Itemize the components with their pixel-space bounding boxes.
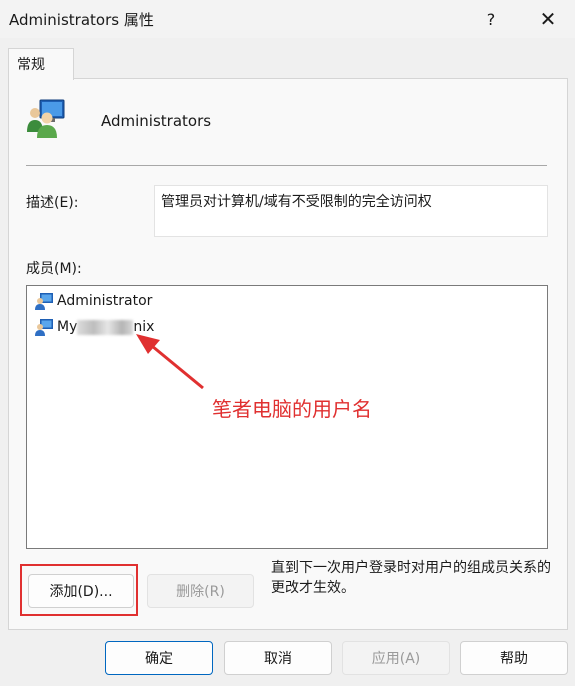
annotation-highlight-box [20,564,138,616]
obscured-text [77,319,134,335]
member-name-suffix: nix [133,319,155,335]
help-button[interactable]: 帮助 [460,641,568,675]
annotation-text: 笔者电脑的用户名 [212,397,372,421]
user-icon [35,293,53,310]
members-label: 成员(M): [26,261,82,277]
user-icon [35,319,53,336]
window-title: Administrators 属性 [9,11,154,29]
question-icon: ? [486,9,496,29]
tab-general[interactable]: 常规 [8,48,74,80]
member-name: Administrator [57,293,153,309]
group-name: Administrators [101,112,212,130]
list-item[interactable]: Administrator [34,291,152,311]
help-title-button[interactable]: ? [472,0,510,38]
remove-button[interactable]: 删除(R) [147,574,254,608]
ok-button[interactable]: 确定 [105,641,213,675]
member-name-prefix: My [57,319,78,335]
description-label: 描述(E): [26,195,79,211]
close-icon: ✕ [539,7,557,31]
hint-text: 直到下一次用户登录时对用户的组成员关系的更改才生效。 [271,560,551,596]
description-field[interactable]: 管理员对计算机/域有不受限制的完全访问权 [154,185,548,237]
apply-button[interactable]: 应用(A) [342,641,450,675]
title-bar: Administrators 属性 ? ✕ [0,0,575,38]
tab-general-label: 常规 [17,57,45,73]
cancel-button[interactable]: 取消 [224,641,332,675]
divider [26,165,547,166]
user-group-icon [27,99,65,138]
list-item[interactable]: My nix [34,317,154,337]
close-button[interactable]: ✕ [528,0,568,38]
